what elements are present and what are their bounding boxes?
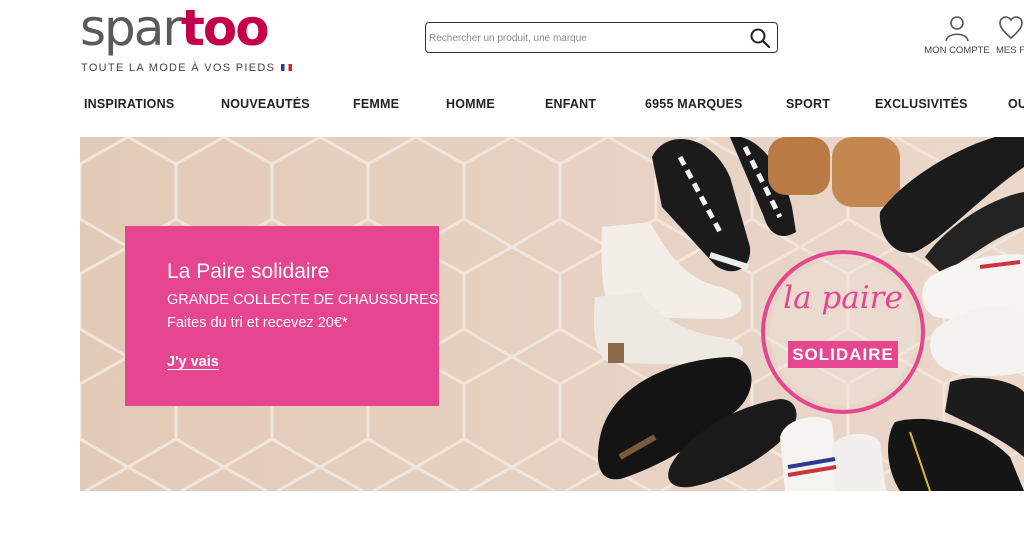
promo-subtitle: GRANDE COLLECTE DE CHAUSSURES xyxy=(167,292,439,308)
user-icon xyxy=(945,16,969,42)
stamp-script-text: la paire xyxy=(783,280,903,316)
nav-item-femme[interactable]: FEMME xyxy=(353,97,399,111)
nav-item-enfant[interactable]: ENFANT xyxy=(545,97,596,111)
logo-part-too: too xyxy=(180,0,270,57)
favorites-label: MES FAVORIS xyxy=(996,45,1024,56)
favorites-link[interactable]: MES FAVORIS xyxy=(996,14,1024,64)
promo-cta-link[interactable]: J'y vais xyxy=(167,354,219,370)
account-link[interactable]: MON COMPTE xyxy=(922,14,992,64)
heart-icon xyxy=(999,16,1023,40)
tagline-text: TOUTE LA MODE À VOS PIEDS xyxy=(81,62,276,74)
main-nav: INSPIRATIONS NOUVEAUTÉS FEMME HOMME ENFA… xyxy=(84,97,1024,117)
logo-part-spar: spar xyxy=(80,0,183,57)
stamp-label: SOLIDAIRE xyxy=(788,341,898,368)
promo-title: La Paire solidaire xyxy=(167,260,330,283)
tagline: TOUTE LA MODE À VOS PIEDS xyxy=(81,62,293,74)
nav-item-homme[interactable]: HOMME xyxy=(446,97,495,111)
search-icon xyxy=(750,28,771,49)
nav-item-exclusivites[interactable]: EXCLUSIVITÉS xyxy=(875,97,968,111)
nav-item-inspirations[interactable]: INSPIRATIONS xyxy=(84,97,174,111)
nav-item-nouveautes[interactable]: NOUVEAUTÉS xyxy=(221,97,310,111)
nav-item-outlet[interactable]: OUTLET xyxy=(1008,97,1024,111)
promo-offer: Faites du tri et recevez 20€* xyxy=(167,315,348,331)
nav-item-marques[interactable]: 6955 MARQUES xyxy=(645,97,743,111)
spartoo-logo[interactable]: spartoo TOUTE LA MODE À VOS PIEDS xyxy=(80,0,293,78)
nav-item-sport[interactable]: SPORT xyxy=(786,97,830,111)
solidaire-stamp: la paire SOLIDAIRE xyxy=(763,252,923,412)
logo-wordmark: spartoo xyxy=(80,0,270,58)
search-button[interactable] xyxy=(749,27,771,49)
french-flag-icon xyxy=(281,64,293,71)
search-bar xyxy=(425,22,778,53)
account-label: MON COMPTE xyxy=(924,45,990,56)
hero-banner[interactable]: La Paire solidaire GRANDE COLLECTE DE CH… xyxy=(80,137,1024,491)
search-input[interactable] xyxy=(429,29,739,47)
promo-card[interactable]: La Paire solidaire GRANDE COLLECTE DE CH… xyxy=(125,226,439,406)
